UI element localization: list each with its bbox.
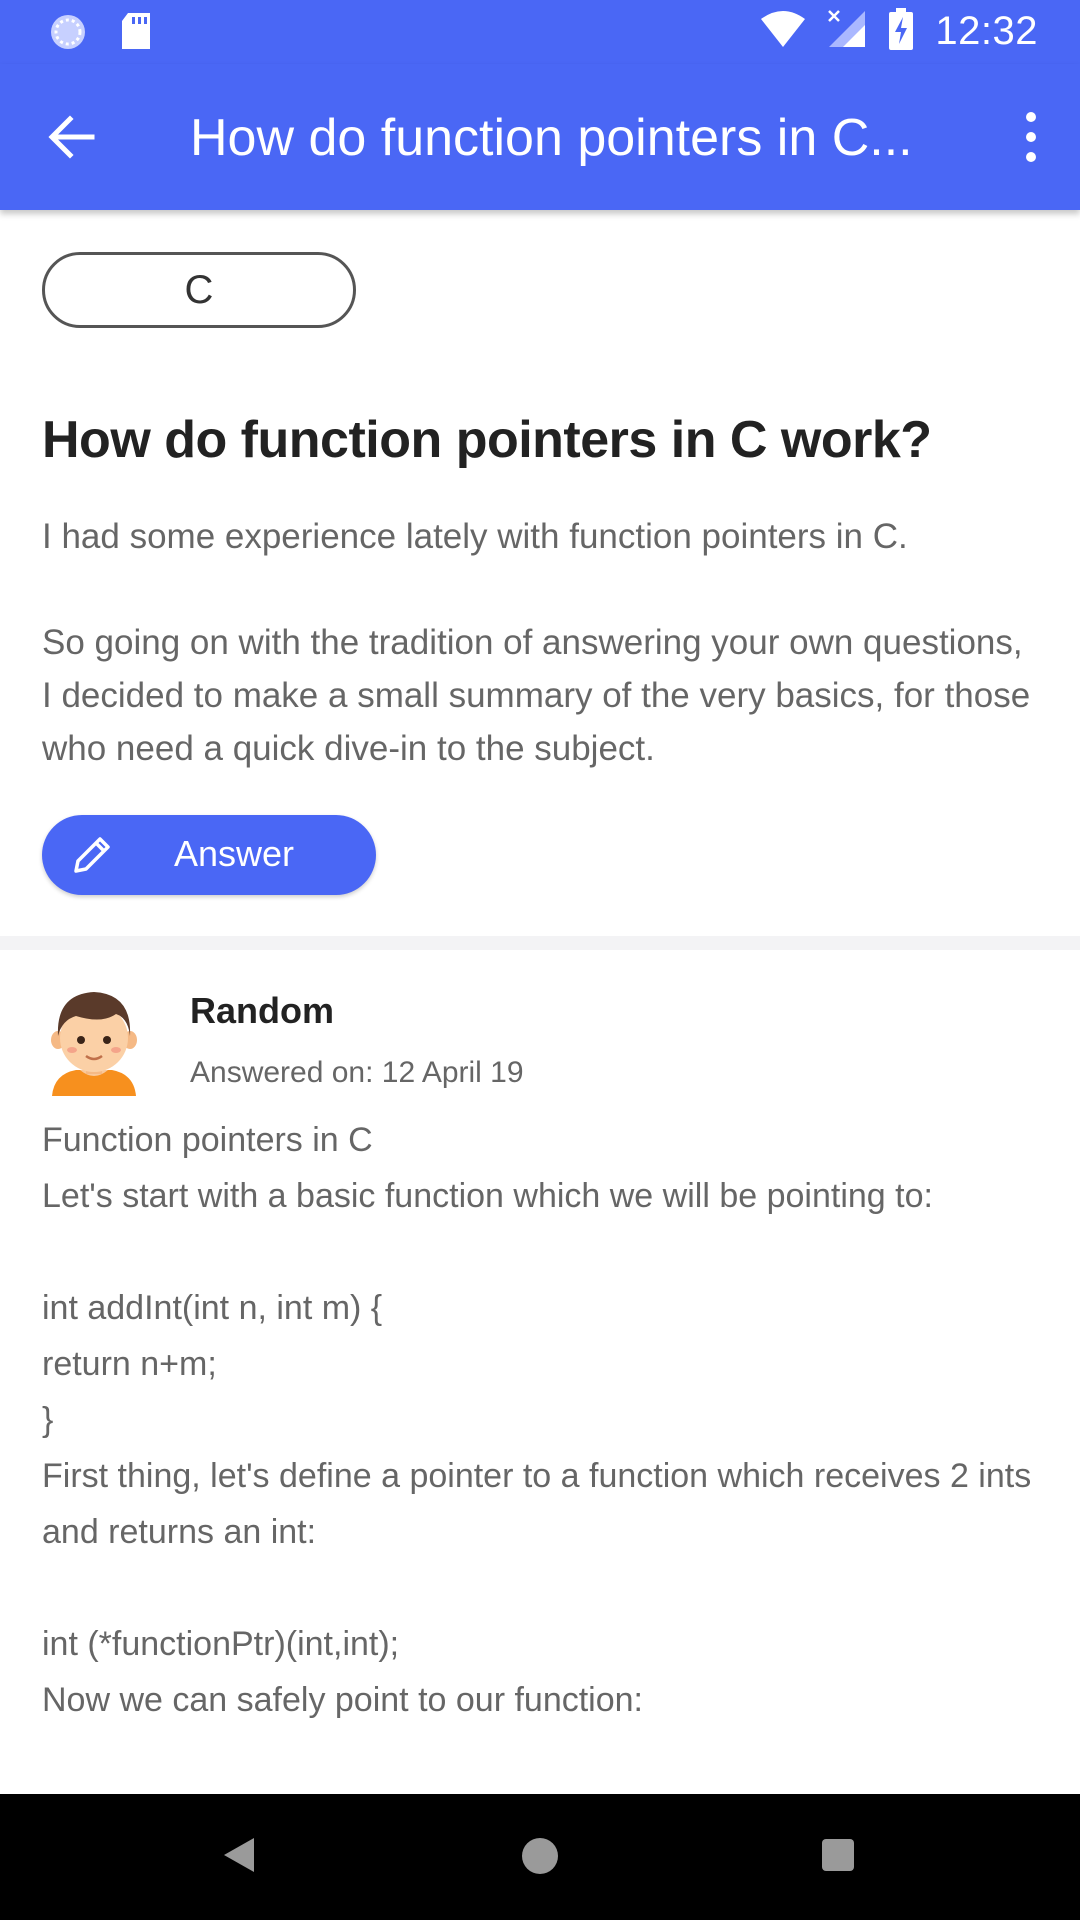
answer-line: return n+m; (42, 1345, 217, 1383)
app-bar: How do function pointers in C... (0, 64, 1080, 210)
nav-bar (0, 1794, 1080, 1920)
nav-recents-icon[interactable] (822, 1839, 854, 1871)
answered-date: Answered on: 12 April 19 (190, 1056, 524, 1089)
answer-body: Function pointers in C Let's start with … (42, 1112, 1052, 1728)
signal-icon (827, 9, 867, 54)
nav-back-icon[interactable] (222, 1836, 256, 1879)
question-title: How do function pointers in C work? (42, 411, 932, 469)
answer-button-label: Answer (174, 833, 295, 874)
answer-line: First thing, let's define a pointer to a… (42, 1457, 1041, 1551)
question-detail[interactable]: C How do function pointers in C work? I … (0, 210, 1080, 1794)
question-body: I had some experience lately with functi… (42, 510, 1042, 828)
answer-line: } (42, 1401, 54, 1439)
more-vert-icon[interactable] (1016, 109, 1046, 165)
question-body-paragraph: So going on with the tradition of answer… (42, 623, 1031, 768)
nav-home-icon[interactable] (522, 1838, 558, 1874)
app-bar-title: How do function pointers in C... (190, 109, 913, 167)
answer-line: int (*functionPtr)(int,int); (42, 1625, 400, 1663)
answer-line: Function pointers in C (42, 1121, 373, 1159)
tag-chip[interactable]: C (42, 252, 356, 328)
user-avatar-icon (46, 988, 142, 1096)
pencil-icon (68, 831, 116, 879)
question-body-paragraph: I had some experience lately with functi… (42, 517, 908, 556)
answer-line (42, 1224, 1052, 1280)
answer-line: Let's start with a basic function which … (42, 1177, 933, 1215)
sync-icon (48, 12, 88, 57)
author-name[interactable]: Random (190, 990, 334, 1032)
status-time: 12:32 (935, 9, 1038, 53)
arrow-back-icon[interactable] (44, 109, 100, 165)
section-divider (0, 936, 1080, 950)
answer-line (42, 1560, 1052, 1616)
wifi-icon (761, 11, 806, 52)
status-bar: 12:32 (0, 0, 1080, 64)
answer-button[interactable]: Answer (42, 815, 376, 895)
answer-line: int addInt(int n, int m) { (42, 1289, 383, 1327)
battery-charging-icon (889, 8, 914, 55)
sd-card-icon (120, 13, 152, 56)
answer-line: Now we can safely point to our function: (42, 1681, 643, 1719)
